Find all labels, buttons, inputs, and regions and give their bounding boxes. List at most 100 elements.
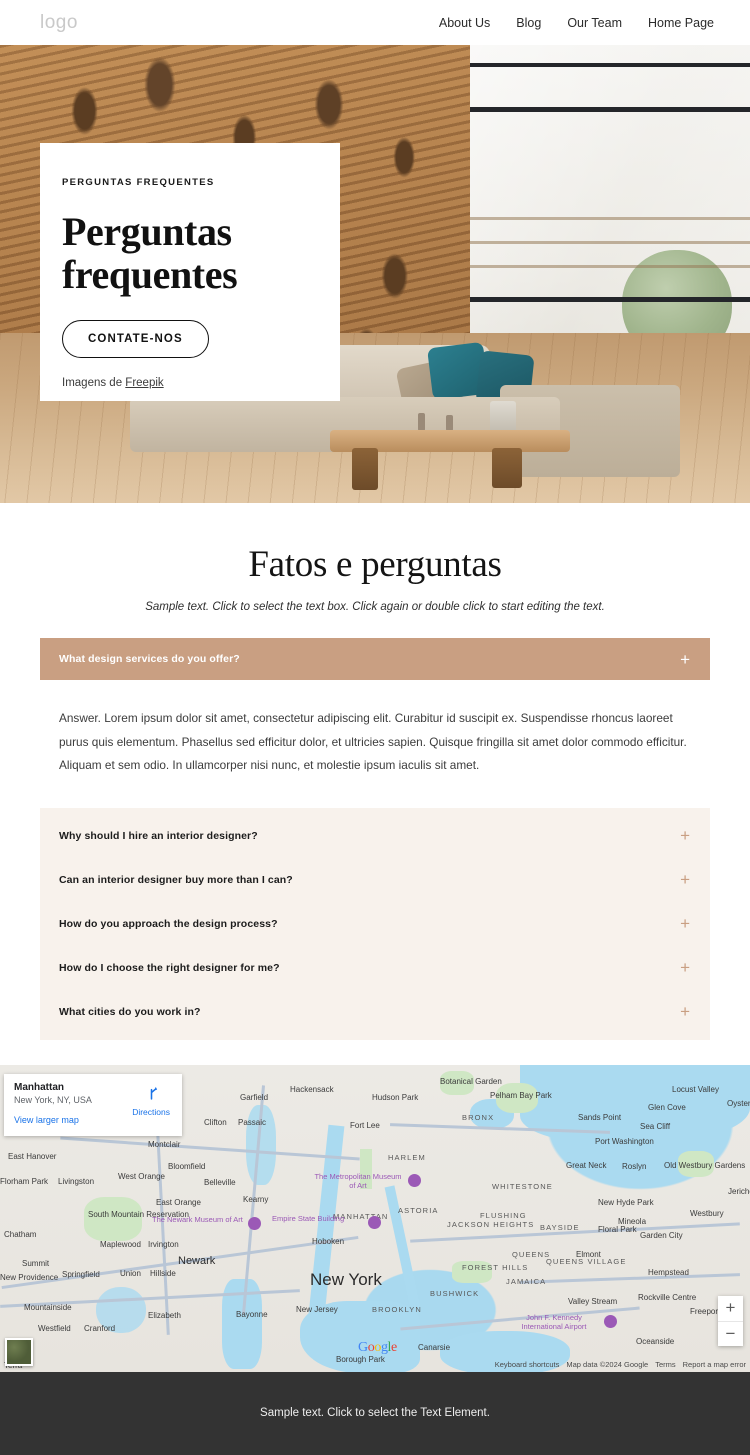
- accordion-item-4[interactable]: How do I choose the right designer for m…: [40, 946, 710, 990]
- map-label: Botanical Garden: [440, 1076, 502, 1086]
- nav-item-about-us[interactable]: About Us: [439, 16, 490, 30]
- faq-title: Fatos e perguntas: [248, 544, 502, 585]
- map-label: New Hyde Park: [598, 1197, 654, 1207]
- map-label: Borough Park: [336, 1354, 385, 1364]
- map-label: HARLEM: [388, 1152, 426, 1162]
- map-label: Hoboken: [312, 1236, 345, 1246]
- accordion-item-1[interactable]: Why should I hire an interior designer? …: [40, 814, 710, 858]
- table-candle-b: [446, 415, 453, 431]
- map-label: Springfield: [62, 1269, 100, 1279]
- site-header: logo About Us Blog Our Team Home Page: [0, 0, 750, 45]
- map-attribution: Keyboard shortcuts Map data ©2024 Google…: [495, 1360, 746, 1369]
- map-zoom-in-button[interactable]: +: [718, 1296, 743, 1321]
- map-poi-label[interactable]: The Newark Museum of Art: [152, 1215, 243, 1224]
- site-logo[interactable]: logo: [40, 12, 78, 34]
- accordion-answer: Answer. Lorem ipsum dolor sit amet, cons…: [40, 680, 710, 808]
- map-label: Belleville: [204, 1177, 236, 1187]
- map-label: Westbury: [690, 1208, 724, 1218]
- image-credit-prefix: Imagens de: [62, 377, 126, 390]
- map-poi-marker-icon[interactable]: [248, 1216, 261, 1230]
- accordion-question-5: What cities do you work in?: [59, 1005, 201, 1018]
- map-label: Port Washington: [595, 1136, 654, 1146]
- map-label: Valley Stream: [568, 1296, 618, 1306]
- plus-icon[interactable]: +: [680, 871, 690, 888]
- map-label: Freeport: [690, 1306, 721, 1316]
- map-poi-marker-icon[interactable]: [408, 1173, 421, 1187]
- plus-icon[interactable]: +: [680, 827, 690, 844]
- nav-item-blog[interactable]: Blog: [516, 16, 541, 30]
- accordion-question-3: How do you approach the design process?: [59, 917, 278, 930]
- map-poi-label[interactable]: Empire State Building: [272, 1214, 344, 1223]
- nav-item-home-page[interactable]: Home Page: [648, 16, 714, 30]
- hero-section: PERGUNTAS FREQUENTES Perguntas frequente…: [0, 45, 750, 503]
- freepik-link[interactable]: Freepik: [125, 377, 163, 389]
- map-label: Sea Cliff: [640, 1121, 671, 1131]
- accordion-item-3[interactable]: How do you approach the design process? …: [40, 902, 710, 946]
- map-label: Jericho: [728, 1186, 750, 1196]
- plus-icon[interactable]: +: [680, 651, 690, 668]
- map-zoom-out-button[interactable]: −: [718, 1320, 743, 1346]
- map-label: Pelham Bay Park: [490, 1090, 552, 1100]
- map-label: Maplewood: [100, 1239, 141, 1249]
- map-label: Florham Park: [0, 1176, 49, 1186]
- map-label: Great Neck: [566, 1160, 607, 1170]
- map-label: Canarsie: [418, 1342, 451, 1352]
- coffee-table-leg-left: [352, 448, 378, 490]
- map-label: BRONX: [462, 1112, 495, 1122]
- balcony-rail-2: [460, 241, 750, 244]
- accordion-question-4: How do I choose the right designer for m…: [59, 961, 280, 974]
- map-poi-marker-icon[interactable]: [604, 1314, 617, 1328]
- satellite-view-thumbnail[interactable]: [5, 1337, 33, 1366]
- map-label: JACKSON HEIGHTS: [447, 1219, 535, 1229]
- plus-icon[interactable]: +: [680, 915, 690, 932]
- map-label: Hackensack: [290, 1084, 334, 1094]
- faq-accordion: What design services do you offer? + Ans…: [40, 638, 710, 1040]
- hero-title-line-1: Perguntas: [62, 209, 232, 254]
- accordion-question-open: What design services do you offer?: [59, 653, 240, 665]
- terms-link[interactable]: Terms: [655, 1360, 675, 1369]
- map-info-card: Manhattan New York, NY, USA View larger …: [4, 1073, 182, 1136]
- map-label: BROOKLYN: [372, 1304, 422, 1314]
- map-label: Hudson Park: [372, 1092, 419, 1102]
- map-label: Westfield: [38, 1323, 71, 1333]
- accordion-question-1: Why should I hire an interior designer?: [59, 829, 258, 842]
- map-label: Floral Park: [598, 1224, 637, 1234]
- google-map-embed[interactable]: Manhattan New York, NY, USA View larger …: [0, 1064, 750, 1372]
- view-larger-map-link[interactable]: View larger map: [14, 1115, 79, 1125]
- map-label: Mountainside: [24, 1302, 72, 1312]
- map-label: Summit: [22, 1258, 50, 1268]
- map-label: WHITESTONE: [492, 1181, 553, 1191]
- map-label: Irvington: [148, 1239, 179, 1249]
- plus-icon[interactable]: +: [680, 1003, 690, 1020]
- report-error-link[interactable]: Report a map error: [683, 1360, 746, 1369]
- accordion-header-open[interactable]: What design services do you offer? +: [40, 638, 710, 680]
- keyboard-shortcuts-link[interactable]: Keyboard shortcuts: [495, 1360, 560, 1369]
- faq-section: Fatos e perguntas Sample text. Click to …: [0, 503, 750, 1040]
- map-label: Oyster: [727, 1098, 750, 1108]
- map-label: Passaic: [238, 1117, 267, 1127]
- google-letter-o2: o: [374, 1339, 381, 1355]
- nav-item-our-team[interactable]: Our Team: [567, 16, 622, 30]
- directions-label: Directions: [132, 1106, 170, 1117]
- plus-icon[interactable]: +: [680, 959, 690, 976]
- map-label: Sands Point: [578, 1112, 622, 1122]
- directions-button[interactable]: Directions: [132, 1084, 170, 1117]
- map-label: Hempstead: [648, 1267, 689, 1277]
- contact-us-button[interactable]: CONTATE-NOS: [62, 320, 209, 359]
- map-poi-label[interactable]: The Metropolitan Museum of Art: [312, 1172, 404, 1190]
- window-frame-horizontal-top: [460, 63, 750, 67]
- accordion-item-5[interactable]: What cities do you work in? +: [40, 990, 710, 1034]
- google-letter-g: G: [358, 1339, 368, 1355]
- map-poi-marker-icon[interactable]: [368, 1215, 381, 1229]
- accordion-item-2[interactable]: Can an interior designer buy more than I…: [40, 858, 710, 902]
- map-poi-label[interactable]: John F. Kennedy International Airport: [508, 1313, 600, 1331]
- hero-title: Perguntas frequentes: [62, 210, 310, 296]
- window-frame-horizontal-low: [460, 297, 750, 302]
- map-label: Bloomfield: [168, 1161, 206, 1171]
- map-label: West Orange: [118, 1171, 165, 1181]
- map-zoom-controls: + −: [718, 1295, 743, 1346]
- map-label: Roslyn: [622, 1161, 647, 1171]
- map-label: New York: [310, 1269, 382, 1289]
- map-label: New Jersey: [296, 1304, 338, 1314]
- map-label: BAYSIDE: [540, 1222, 580, 1232]
